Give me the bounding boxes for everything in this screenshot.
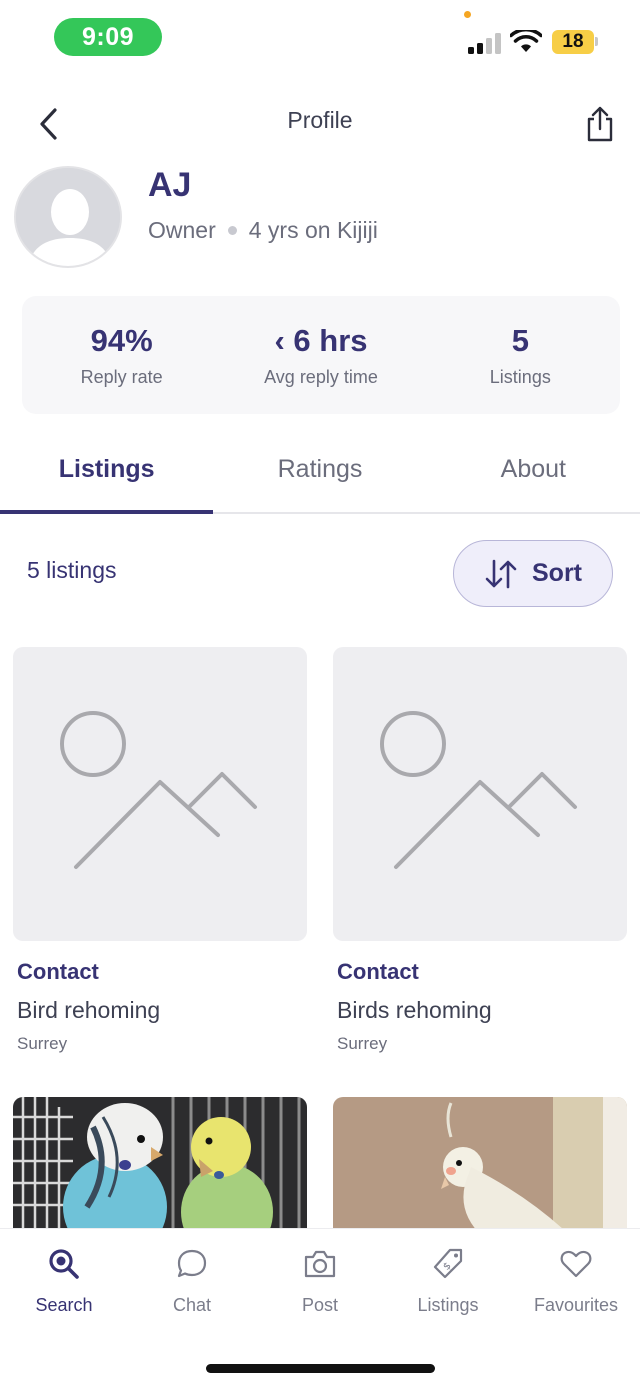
heart-icon: [560, 1250, 592, 1278]
tab-listings[interactable]: Listings: [0, 436, 214, 514]
placeholder-image-icon: [60, 711, 257, 869]
profile-role: Owner: [148, 217, 216, 243]
listing-location: Surrey: [17, 1034, 68, 1053]
listing-card[interactable]: Contact Bird rehoming Surrey: [13, 647, 307, 1054]
default-user-icon: [16, 168, 120, 266]
stat-label: Listings: [489, 366, 551, 387]
bottom-nav: Search Chat Post $ Listings Favourites: [0, 1228, 640, 1386]
nav-favourites[interactable]: Favourites: [512, 1243, 640, 1316]
nav-label: Favourites: [533, 1295, 619, 1315]
tab-about[interactable]: About: [427, 436, 640, 512]
battery-icon: 18: [552, 30, 594, 54]
stat-label: Avg reply time: [264, 366, 378, 387]
nav-label: Post: [301, 1295, 339, 1315]
stat-value: ‹ 6 hrs: [274, 322, 368, 358]
stat-reply-rate: 94% Reply rate: [22, 296, 221, 414]
share-button[interactable]: [580, 102, 620, 146]
stat-value: 5: [511, 322, 529, 358]
nav-label: Search: [35, 1295, 93, 1315]
privacy-indicator-dot: [464, 11, 471, 18]
page-title: Profile: [287, 107, 353, 133]
nav-chat[interactable]: Chat: [128, 1243, 256, 1316]
sort-label: Sort: [532, 559, 582, 587]
profile-tabs: Listings Ratings About: [0, 436, 640, 514]
status-time[interactable]: 9:09: [54, 18, 162, 56]
nav-listings[interactable]: $ Listings: [384, 1243, 512, 1316]
listing-photo-budgies[interactable]: [13, 1097, 307, 1237]
placeholder-image-icon: [380, 711, 577, 869]
listings-count: 5 listings: [27, 557, 117, 583]
stat-avg-reply-time: ‹ 6 hrs Avg reply time: [221, 296, 420, 414]
separator-dot: [227, 226, 237, 235]
camera-icon: [304, 1250, 336, 1278]
cellular-signal-icon: [468, 32, 502, 54]
nav-label: Chat: [172, 1295, 212, 1315]
cockatiel-photo: [333, 1097, 627, 1237]
nav-search[interactable]: Search: [0, 1243, 128, 1316]
share-icon: [587, 106, 613, 142]
profile-meta: Owner 4 yrs on Kijiji: [148, 217, 378, 244]
profile-tenure: 4 yrs on Kijiji: [248, 217, 378, 243]
wifi-icon: [510, 30, 542, 52]
stats-card: 94% Reply rate ‹ 6 hrs Avg reply time 5 …: [22, 296, 620, 414]
top-bar: Profile: [0, 88, 640, 158]
listing-title: Birds rehoming: [337, 997, 492, 1023]
nav-post[interactable]: Post: [256, 1243, 384, 1316]
listing-photo-cockatiel[interactable]: [333, 1097, 627, 1237]
listing-location: Surrey: [337, 1034, 388, 1053]
chat-icon: [177, 1249, 207, 1278]
listing-image: [13, 647, 307, 941]
listing-title: Bird rehoming: [17, 997, 161, 1023]
listing-card[interactable]: Contact Birds rehoming Surrey: [333, 647, 627, 1054]
price-tag-icon: $: [433, 1248, 463, 1279]
search-icon: [49, 1249, 79, 1279]
nav-label: Listings: [417, 1295, 479, 1315]
avatar: [14, 166, 122, 268]
battery-tip: [595, 37, 598, 46]
stat-label: Reply rate: [80, 366, 163, 387]
profile-name: AJ: [148, 166, 192, 204]
status-bar: 9:09 18: [0, 0, 640, 80]
home-indicator[interactable]: [206, 1364, 435, 1373]
tab-ratings[interactable]: Ratings: [213, 436, 426, 512]
stat-value: 94%: [90, 322, 153, 358]
budgie-photo: [13, 1097, 307, 1237]
stat-listings: 5 Listings: [421, 296, 620, 414]
listing-price: Contact: [337, 959, 419, 984]
listing-image: [333, 647, 627, 941]
sort-arrows-icon: [485, 559, 517, 588]
listing-price: Contact: [17, 959, 99, 984]
sort-button[interactable]: Sort: [453, 540, 613, 607]
